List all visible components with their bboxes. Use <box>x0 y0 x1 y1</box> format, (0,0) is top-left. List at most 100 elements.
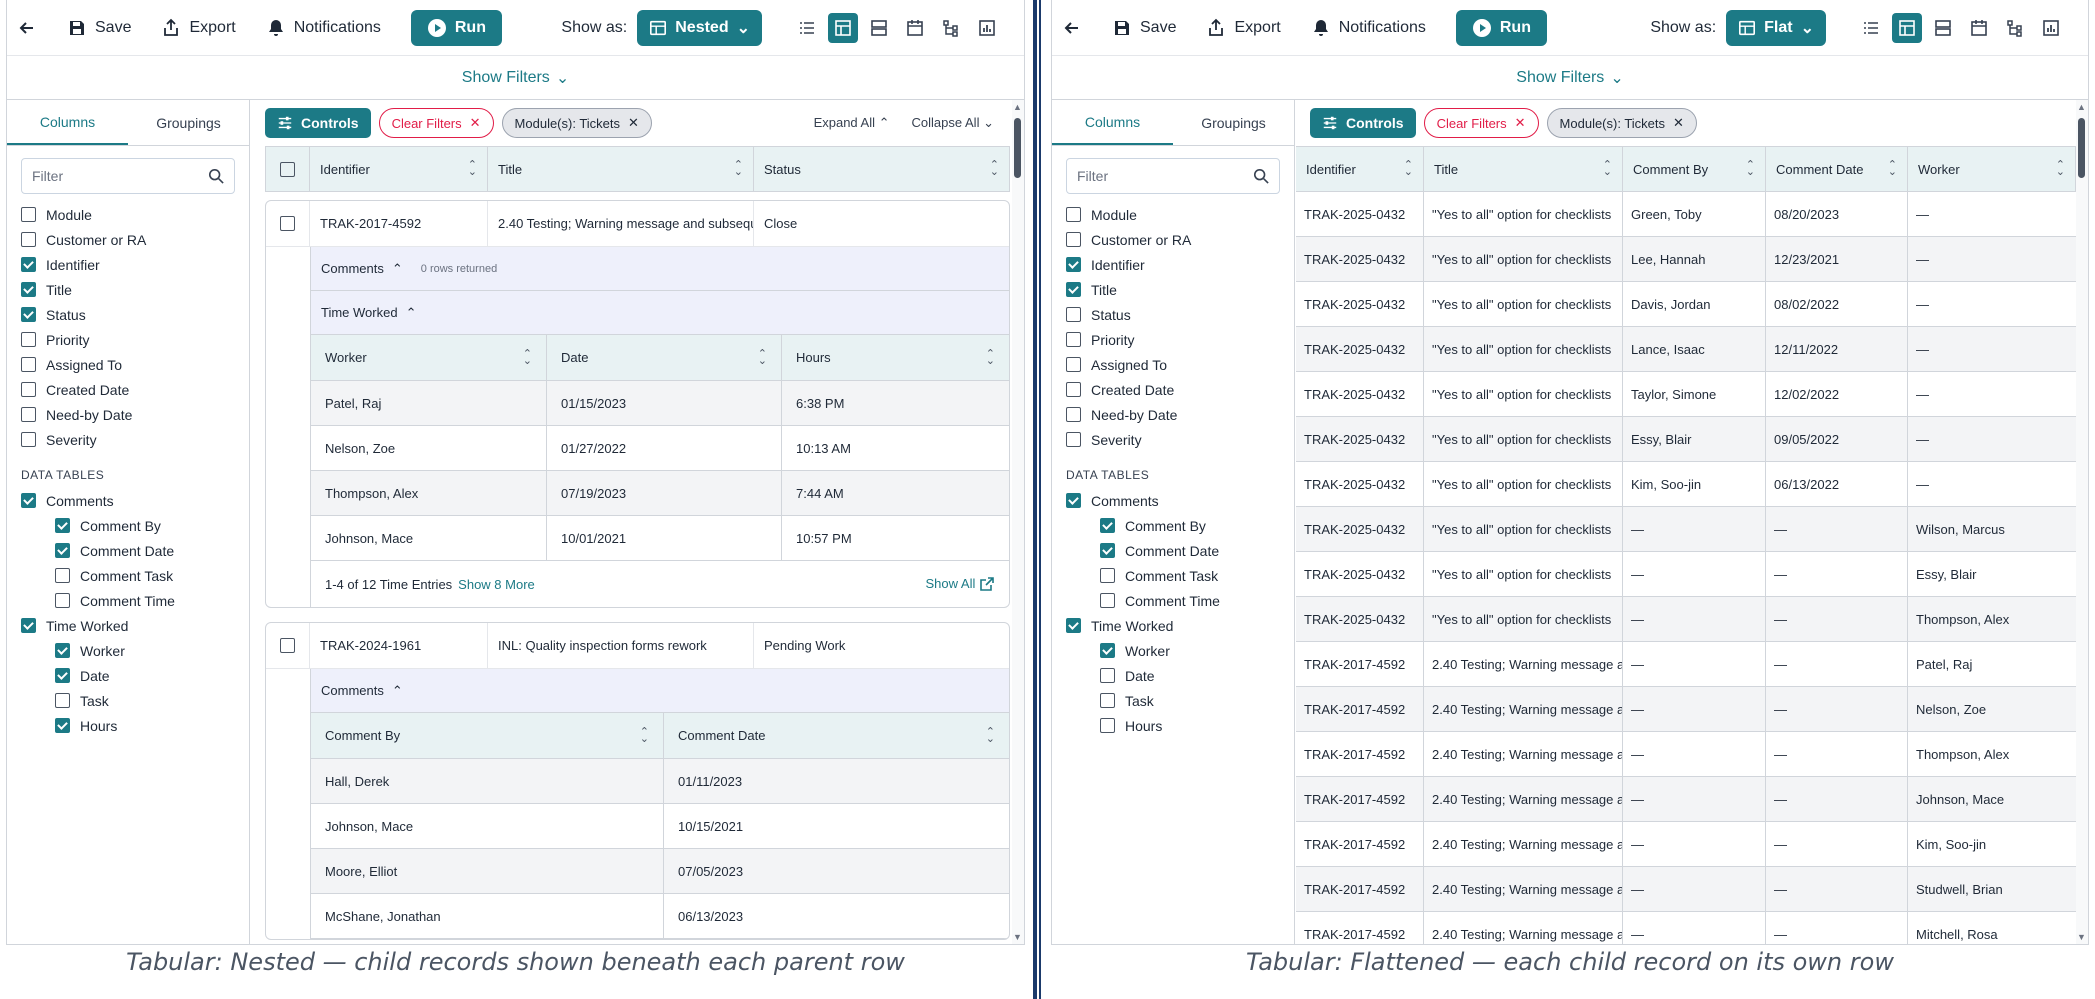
checkbox-row[interactable]: Hours <box>1052 713 1294 738</box>
tab-columns[interactable]: Columns <box>7 100 128 145</box>
select-all-checkbox[interactable] <box>266 147 310 191</box>
checkbox[interactable] <box>21 232 36 247</box>
table-row[interactable]: TRAK-2025-0432 "Yes to all" option for ch… <box>1296 327 2076 372</box>
checkbox[interactable] <box>21 493 36 508</box>
header-date[interactable]: Date ⌃ ⌄ <box>547 335 782 380</box>
checkbox[interactable] <box>1100 568 1115 583</box>
tab-columns[interactable]: Columns <box>1052 100 1173 145</box>
sort-icon[interactable]: ⌃ ⌄ <box>758 348 767 366</box>
checkbox[interactable] <box>1066 307 1081 322</box>
checkbox-row[interactable]: Comment Task <box>7 563 249 588</box>
save-button[interactable]: Save <box>1112 18 1176 38</box>
table-row[interactable]: TRAK-2025-0432 "Yes to all" option for ch… <box>1296 462 2076 507</box>
checkbox-row[interactable]: Need-by Date <box>1052 402 1294 427</box>
rows-view-icon[interactable] <box>1928 13 1958 43</box>
table-row[interactable]: TRAK-2017-4592 2.40 Testing; Warning mess… <box>1296 642 2076 687</box>
checkbox-row[interactable]: Priority <box>1052 327 1294 352</box>
table-row[interactable]: TRAK-2017-4592 2.40 Testing; Warning mess… <box>1296 867 2076 912</box>
table-row[interactable]: TRAK-2025-0432 "Yes to all" option for ch… <box>1296 372 2076 417</box>
record-row[interactable]: TRAK-2024-1961 INL: Quality inspection f… <box>266 623 1009 669</box>
close-icon[interactable]: ✕ <box>470 115 481 131</box>
checkbox[interactable] <box>21 357 36 372</box>
checkbox-row[interactable]: Hours <box>7 713 249 738</box>
header-hours[interactable]: Hours ⌃ ⌄ <box>782 335 1009 380</box>
record-row[interactable]: TRAK-2017-4592 2.40 Testing; Warning mes… <box>266 201 1009 247</box>
calendar-view-icon[interactable] <box>900 13 930 43</box>
checkbox[interactable] <box>1066 432 1081 447</box>
checkbox[interactable] <box>55 643 70 658</box>
expand-all-button[interactable]: Expand All ⌃ <box>814 115 890 131</box>
checkbox-row[interactable]: Priority <box>7 327 249 352</box>
sort-icon[interactable]: ⌃ ⌄ <box>468 160 477 178</box>
export-button[interactable]: Export <box>1206 18 1281 38</box>
checkbox[interactable] <box>280 161 295 177</box>
checkbox[interactable] <box>55 668 70 683</box>
table-row[interactable]: TRAK-2025-0432 "Yes to all" option for ch… <box>1296 597 2076 642</box>
checkbox-row[interactable]: Customer or RA <box>7 227 249 252</box>
sort-icon[interactable]: ⌃ ⌄ <box>1746 160 1755 178</box>
column-filter-input[interactable]: Filter <box>21 158 235 194</box>
module-filter-chip[interactable]: Module(s): Tickets ✕ <box>1546 108 1697 138</box>
checkbox[interactable] <box>1100 718 1115 733</box>
list-view-icon[interactable] <box>1856 13 1886 43</box>
header-comment-by[interactable]: Comment By ⌃ ⌄ <box>311 713 664 758</box>
checkbox-row[interactable]: Title <box>1052 277 1294 302</box>
table-row[interactable]: TRAK-2017-4592 2.40 Testing; Warning mess… <box>1296 777 2076 822</box>
save-button[interactable]: Save <box>67 18 131 38</box>
data-table-time-worked[interactable]: Time Worked <box>1052 613 1294 638</box>
show-filters-toggle[interactable]: Show Filters ⌄ <box>7 56 1024 100</box>
scroll-up-icon[interactable]: ▲ <box>1013 102 1022 112</box>
checkbox[interactable] <box>1100 643 1115 658</box>
checkbox-row[interactable]: Comment By <box>1052 513 1294 538</box>
scroll-thumb[interactable] <box>1014 118 1021 178</box>
header-comment-date[interactable]: Comment Date ⌃ ⌄ <box>1766 147 1908 191</box>
header-identifier[interactable]: Identifier ⌃ ⌄ <box>1296 147 1424 191</box>
checkbox[interactable] <box>1100 668 1115 683</box>
checkbox[interactable] <box>1100 593 1115 608</box>
scroll-down-icon[interactable]: ▼ <box>2077 932 2086 942</box>
sort-icon[interactable]: ⌃ ⌄ <box>986 348 995 366</box>
checkbox-row[interactable]: Status <box>7 302 249 327</box>
checkbox[interactable] <box>21 407 36 422</box>
checkbox-row[interactable]: Title <box>7 277 249 302</box>
checkbox[interactable] <box>55 718 70 733</box>
checkbox[interactable] <box>1100 543 1115 558</box>
checkbox[interactable] <box>1100 518 1115 533</box>
module-filter-chip[interactable]: Module(s): Tickets ✕ <box>501 108 652 138</box>
checkbox-row[interactable]: Customer or RA <box>1052 227 1294 252</box>
checkbox-row[interactable]: Status <box>1052 302 1294 327</box>
tab-groupings[interactable]: Groupings <box>128 100 249 145</box>
checkbox[interactable] <box>55 543 70 558</box>
table-row[interactable]: Moore, Elliot 07/05/2023 <box>310 849 1009 894</box>
checkbox[interactable] <box>55 693 70 708</box>
collapse-all-button[interactable]: Collapse All ⌄ <box>912 115 994 131</box>
checkbox-row[interactable]: Task <box>1052 688 1294 713</box>
checkbox-row[interactable]: Worker <box>1052 638 1294 663</box>
checkbox-row[interactable]: Identifier <box>1052 252 1294 277</box>
checkbox[interactable] <box>1066 382 1081 397</box>
checkbox[interactable] <box>1066 357 1081 372</box>
checkbox-row[interactable]: Date <box>1052 663 1294 688</box>
chart-view-icon[interactable] <box>972 13 1002 43</box>
data-table-comments[interactable]: Comments <box>7 488 249 513</box>
table-row[interactable]: TRAK-2025-0432 "Yes to all" option for ch… <box>1296 552 2076 597</box>
checkbox[interactable] <box>55 593 70 608</box>
rows-view-icon[interactable] <box>864 13 894 43</box>
header-title[interactable]: Title ⌃ ⌄ <box>1424 147 1623 191</box>
checkbox-row[interactable]: Identifier <box>7 252 249 277</box>
run-button[interactable]: Run <box>1455 9 1547 46</box>
header-title[interactable]: Title ⌃ ⌄ <box>488 147 754 191</box>
checkbox[interactable] <box>1066 493 1081 508</box>
checkbox[interactable] <box>21 257 36 272</box>
notifications-button[interactable]: Notifications <box>266 18 381 38</box>
sort-icon[interactable]: ⌃ ⌄ <box>523 348 532 366</box>
checkbox[interactable] <box>21 307 36 322</box>
header-worker[interactable]: Worker ⌃ ⌄ <box>1908 147 2075 191</box>
checkbox[interactable] <box>1066 207 1081 222</box>
checkbox-row[interactable]: Comment By <box>7 513 249 538</box>
clear-filters-chip[interactable]: Clear Filters ✕ <box>1423 108 1539 138</box>
show-as-select[interactable]: Nested ⌄ <box>637 9 762 46</box>
sort-icon[interactable]: ⌃ ⌄ <box>1603 160 1612 178</box>
row-checkbox[interactable] <box>280 216 295 231</box>
checkbox[interactable] <box>21 432 36 447</box>
